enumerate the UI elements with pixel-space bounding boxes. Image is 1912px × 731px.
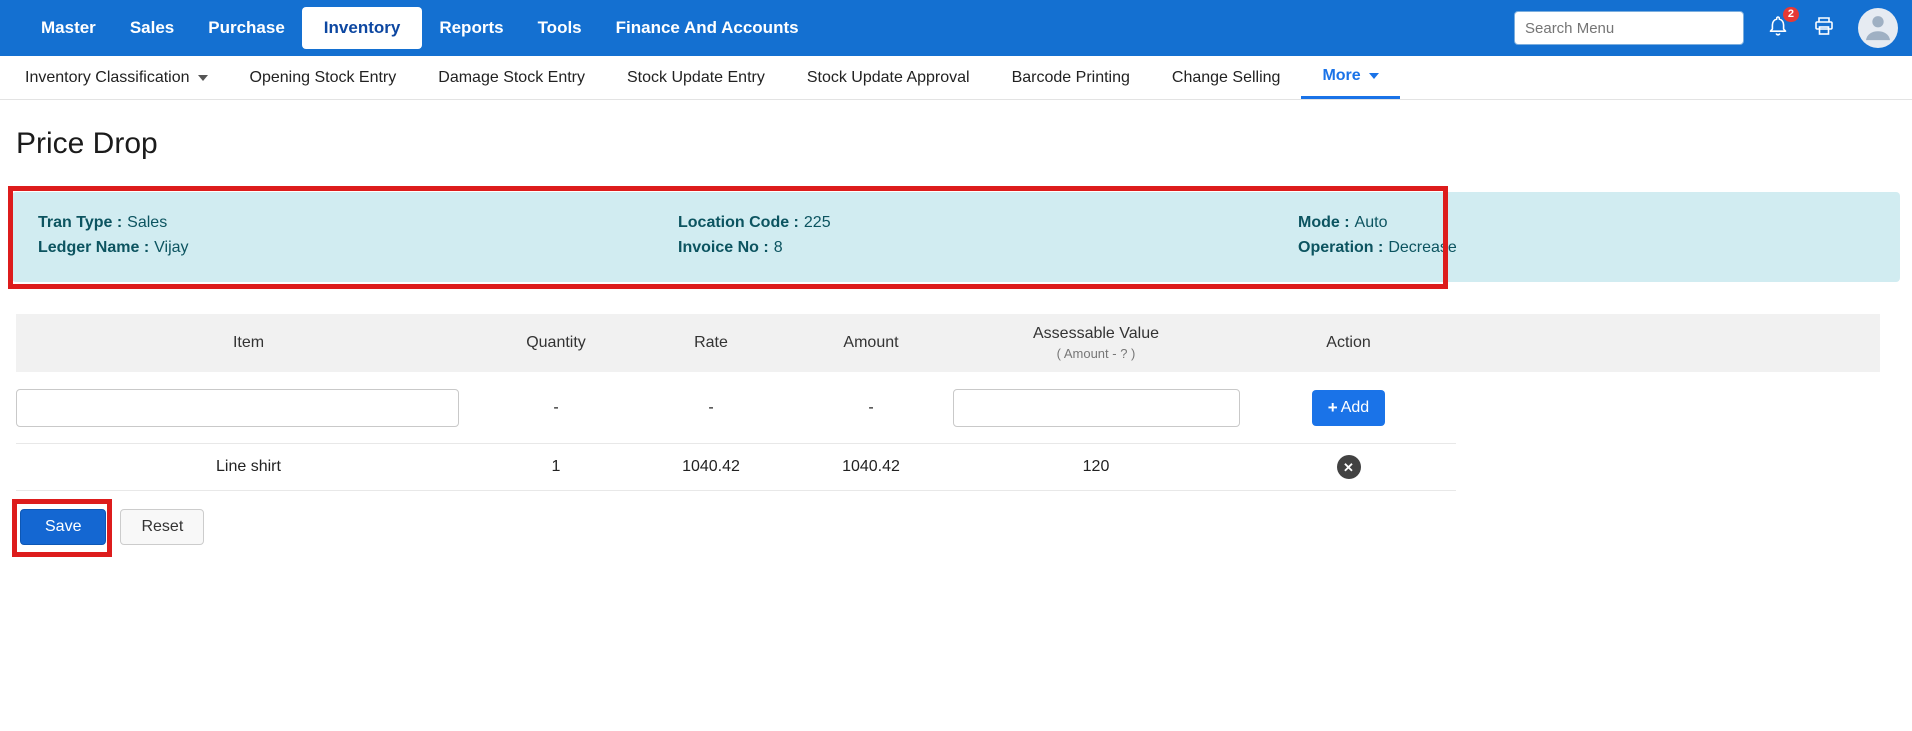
subnav-label: Damage Stock Entry xyxy=(438,69,585,87)
nav-right-cluster: 2 xyxy=(1514,8,1898,48)
subnav-label: Change Selling xyxy=(1172,69,1281,87)
entry-assessable-cell xyxy=(951,372,1241,443)
print-button[interactable] xyxy=(1812,14,1836,43)
location-code-value: 225 xyxy=(804,214,831,231)
tran-type-field: Tran Type : Sales xyxy=(38,210,678,235)
row-action-cell: ✕ xyxy=(1241,444,1456,490)
person-icon xyxy=(1861,9,1895,48)
subnav-item-stock-update-entry[interactable]: Stock Update Entry xyxy=(606,56,786,99)
entry-quantity-cell: - xyxy=(481,372,631,443)
top-navigation-bar: Master Sales Purchase Inventory Reports … xyxy=(0,0,1912,56)
info-column-3: Mode : Auto Operation : Decrease xyxy=(1298,210,1874,264)
subnav-item-inventory-classification[interactable]: Inventory Classification xyxy=(4,56,229,99)
table-row: Line shirt 1 1040.42 1040.42 120 ✕ xyxy=(16,444,1456,491)
tran-type-value: Sales xyxy=(127,214,167,231)
assessable-value-input[interactable] xyxy=(953,389,1240,427)
column-header-quantity: Quantity xyxy=(481,334,631,352)
entry-amount-cell: - xyxy=(791,372,951,443)
nav-item-finance-and-accounts[interactable]: Finance And Accounts xyxy=(599,8,816,48)
column-header-action: Action xyxy=(1241,334,1456,352)
mode-label: Mode : xyxy=(1298,214,1350,231)
subnav-label: Barcode Printing xyxy=(1012,69,1130,87)
mode-value: Auto xyxy=(1355,214,1388,231)
printer-icon xyxy=(1812,14,1836,43)
notification-count-badge: 2 xyxy=(1783,7,1799,22)
invoice-no-label: Invoice No : xyxy=(678,239,769,256)
column-header-amount: Amount xyxy=(791,334,951,352)
subnav-item-more[interactable]: More xyxy=(1301,56,1399,99)
notifications-button[interactable]: 2 xyxy=(1766,14,1790,43)
search-input[interactable] xyxy=(1514,11,1744,45)
row-rate-cell: 1040.42 xyxy=(631,444,791,490)
entry-rate-cell: - xyxy=(631,372,791,443)
operation-value: Decrease xyxy=(1388,239,1456,256)
entry-action-cell: + Add xyxy=(1241,372,1456,443)
column-header-item: Item xyxy=(16,334,481,352)
page-title: Price Drop xyxy=(16,126,1912,162)
form-actions: Save Reset xyxy=(20,509,1912,545)
transaction-info-panel: Tran Type : Sales Ledger Name : Vijay Loca… xyxy=(12,192,1900,282)
subnav-label: Stock Update Approval xyxy=(807,69,970,87)
location-code-label: Location Code : xyxy=(678,214,799,231)
invoice-no-value: 8 xyxy=(774,239,783,256)
delete-row-button[interactable]: ✕ xyxy=(1337,455,1361,479)
column-header-rate: Rate xyxy=(631,334,791,352)
subnav-label: Stock Update Entry xyxy=(627,69,765,87)
row-quantity-cell: 1 xyxy=(481,444,631,490)
add-button-label: Add xyxy=(1341,399,1369,417)
subnav-item-barcode-printing[interactable]: Barcode Printing xyxy=(991,56,1151,99)
subnav-label: Opening Stock Entry xyxy=(250,69,397,87)
subnav-label: More xyxy=(1322,67,1360,85)
item-input[interactable] xyxy=(16,389,459,427)
subnav-item-opening-stock-entry[interactable]: Opening Stock Entry xyxy=(229,56,418,99)
plus-icon: + xyxy=(1328,398,1338,418)
inventory-sub-navigation: Inventory Classification Opening Stock E… xyxy=(0,56,1912,100)
ledger-name-field: Ledger Name : Vijay xyxy=(38,235,678,260)
location-code-field: Location Code : 225 xyxy=(678,210,1298,235)
assessable-value-title: Assessable Value xyxy=(951,325,1241,343)
invoice-no-field: Invoice No : 8 xyxy=(678,235,1298,260)
entry-row: - - - + Add xyxy=(16,372,1456,444)
chevron-down-icon xyxy=(1369,73,1379,79)
nav-item-master[interactable]: Master xyxy=(24,8,113,48)
subnav-item-stock-update-approval[interactable]: Stock Update Approval xyxy=(786,56,991,99)
mode-field: Mode : Auto xyxy=(1298,210,1874,235)
close-icon: ✕ xyxy=(1343,461,1354,474)
column-header-assessable-value: Assessable Value ( Amount - ? ) xyxy=(951,325,1241,361)
ledger-name-value: Vijay xyxy=(154,239,188,256)
table-header: Item Quantity Rate Amount Assessable Val… xyxy=(16,314,1880,372)
operation-label: Operation : xyxy=(1298,239,1383,256)
assessable-value-subtitle: ( Amount - ? ) xyxy=(951,346,1241,361)
entry-item-cell xyxy=(16,372,481,443)
price-drop-table: Item Quantity Rate Amount Assessable Val… xyxy=(16,314,1912,491)
row-item-cell: Line shirt xyxy=(16,444,481,490)
nav-item-sales[interactable]: Sales xyxy=(113,8,191,48)
info-column-1: Tran Type : Sales Ledger Name : Vijay xyxy=(38,210,678,264)
subnav-item-change-selling[interactable]: Change Selling xyxy=(1151,56,1302,99)
info-column-2: Location Code : 225 Invoice No : 8 xyxy=(678,210,1298,264)
add-button[interactable]: + Add xyxy=(1312,390,1385,426)
nav-item-tools[interactable]: Tools xyxy=(521,8,599,48)
subnav-label: Inventory Classification xyxy=(25,69,190,87)
subnav-item-damage-stock-entry[interactable]: Damage Stock Entry xyxy=(417,56,606,99)
row-assessable-cell: 120 xyxy=(951,444,1241,490)
operation-field: Operation : Decrease xyxy=(1298,235,1874,260)
nav-item-inventory[interactable]: Inventory xyxy=(302,7,423,49)
chevron-down-icon xyxy=(198,75,208,81)
tran-type-label: Tran Type : xyxy=(38,214,122,231)
nav-item-reports[interactable]: Reports xyxy=(422,8,520,48)
ledger-name-label: Ledger Name : xyxy=(38,239,149,256)
reset-button[interactable]: Reset xyxy=(120,509,204,545)
user-avatar[interactable] xyxy=(1858,8,1898,48)
nav-item-purchase[interactable]: Purchase xyxy=(191,8,302,48)
save-button[interactable]: Save xyxy=(20,509,106,545)
row-amount-cell: 1040.42 xyxy=(791,444,951,490)
